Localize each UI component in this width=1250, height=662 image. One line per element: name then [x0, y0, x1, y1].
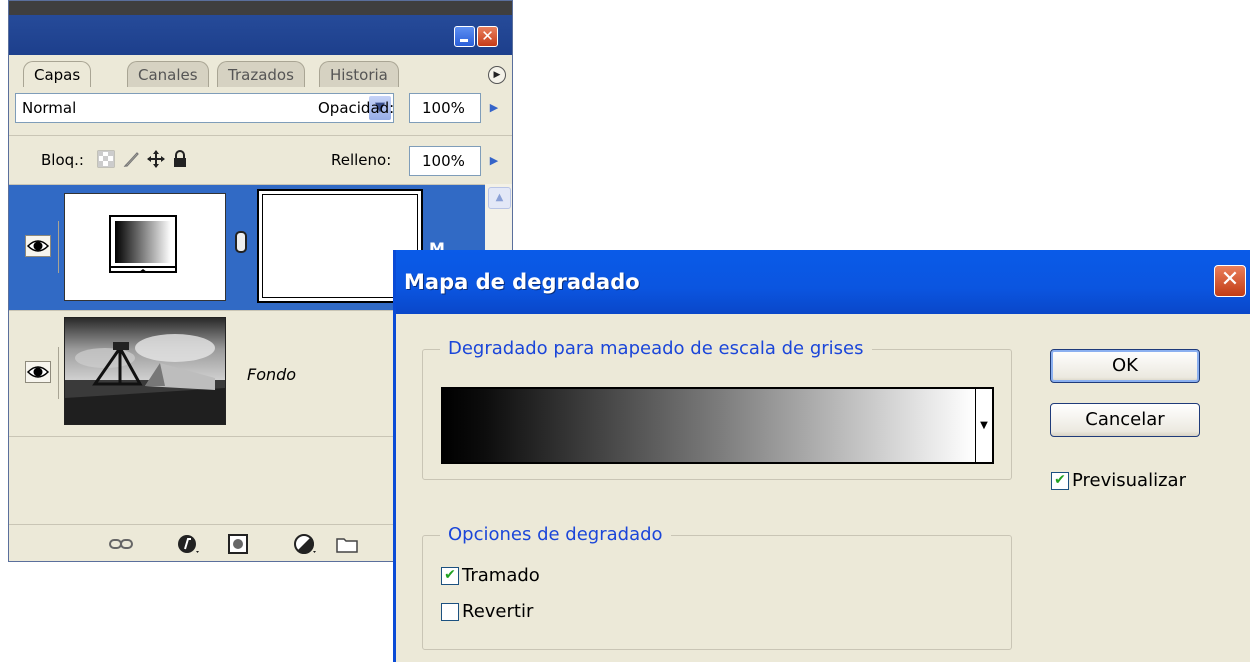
dialog-title: Mapa de degradado	[404, 270, 640, 294]
new-group-folder-icon[interactable]	[335, 533, 359, 555]
lock-position-move-icon[interactable]	[147, 150, 165, 168]
tab-trazados[interactable]: Trazados	[217, 61, 305, 87]
gradient-group-label: Degradado para mapeado de escala de gris…	[440, 338, 872, 359]
dither-label[interactable]: Tramado	[462, 565, 540, 586]
reverse-label[interactable]: Revertir	[462, 601, 533, 622]
panel-tabs: Capas Canales Trazados Historia ▶	[9, 55, 512, 89]
lock-label: Bloq.:	[41, 151, 84, 169]
options-group-label: Opciones de degradado	[440, 524, 671, 545]
blend-mode-value: Normal	[22, 99, 77, 117]
close-panel-button[interactable]: ✕	[477, 26, 498, 47]
cancel-button[interactable]: Cancelar	[1050, 403, 1200, 437]
tab-canales[interactable]: Canales	[127, 61, 209, 87]
minimize-button[interactable]	[454, 26, 475, 47]
opacity-slider-arrow-icon[interactable]: ▶	[481, 93, 507, 123]
eye-icon[interactable]	[25, 361, 51, 383]
preview-label[interactable]: Previsualizar	[1072, 470, 1186, 491]
opacity-label: Opacidad:	[318, 99, 395, 117]
scroll-up-icon[interactable]: ▲	[488, 187, 511, 209]
add-mask-icon[interactable]	[227, 533, 251, 555]
options-group: Opciones de degradado	[422, 524, 1012, 650]
fill-slider-arrow-icon[interactable]: ▶	[481, 146, 507, 176]
fill-label: Relleno:	[331, 151, 392, 169]
reverse-checkbox[interactable]	[441, 603, 459, 621]
gradient-map-dialog: Mapa de degradado ✕ Degradado para mapea…	[393, 250, 1250, 662]
adjustment-thumbnail[interactable]	[64, 193, 226, 301]
visibility-cell[interactable]	[19, 347, 59, 399]
layer-style-fx-icon[interactable]	[176, 533, 200, 555]
fill-field[interactable]: 100%	[409, 146, 481, 176]
gradient-picker[interactable]: ▼	[441, 387, 994, 464]
new-adjustment-layer-icon[interactable]	[293, 533, 317, 555]
dither-checkbox[interactable]: ✔	[441, 567, 459, 585]
lock-pixels-brush-icon[interactable]	[122, 150, 140, 168]
close-dialog-button[interactable]: ✕	[1214, 265, 1246, 297]
opacity-field[interactable]: 100%	[409, 93, 481, 123]
ok-button[interactable]: OK	[1050, 349, 1200, 383]
panel-titlebar: ✕	[9, 1, 512, 55]
gradient-map-adjustment-icon	[109, 215, 177, 273]
gradient-preview[interactable]	[443, 389, 976, 462]
eye-icon[interactable]	[25, 235, 51, 257]
panel-menu-button[interactable]: ▶	[488, 66, 506, 84]
landscape-photo-icon	[65, 318, 225, 424]
gradient-dropdown-arrow-icon[interactable]: ▼	[976, 389, 992, 462]
layer-name-fondo[interactable]: Fondo	[247, 365, 296, 384]
lock-transparency-icon[interactable]	[97, 150, 115, 168]
link-layers-icon[interactable]	[109, 533, 133, 555]
blend-row: Normal ▼ Opacidad: 100% ▶	[9, 89, 512, 131]
dialog-titlebar[interactable]: Mapa de degradado ✕	[396, 250, 1250, 314]
link-chain-icon[interactable]	[235, 231, 247, 253]
tab-historia[interactable]: Historia	[319, 61, 399, 87]
background-edge	[9, 1, 512, 15]
visibility-cell[interactable]	[19, 221, 59, 273]
tab-capas[interactable]: Capas	[23, 61, 92, 87]
preview-checkbox[interactable]: ✔	[1051, 472, 1069, 490]
fondo-thumbnail[interactable]	[64, 317, 226, 425]
lock-all-padlock-icon[interactable]	[171, 150, 189, 168]
lock-row: Bloq.: Relleno: 100% ▶	[9, 135, 512, 184]
